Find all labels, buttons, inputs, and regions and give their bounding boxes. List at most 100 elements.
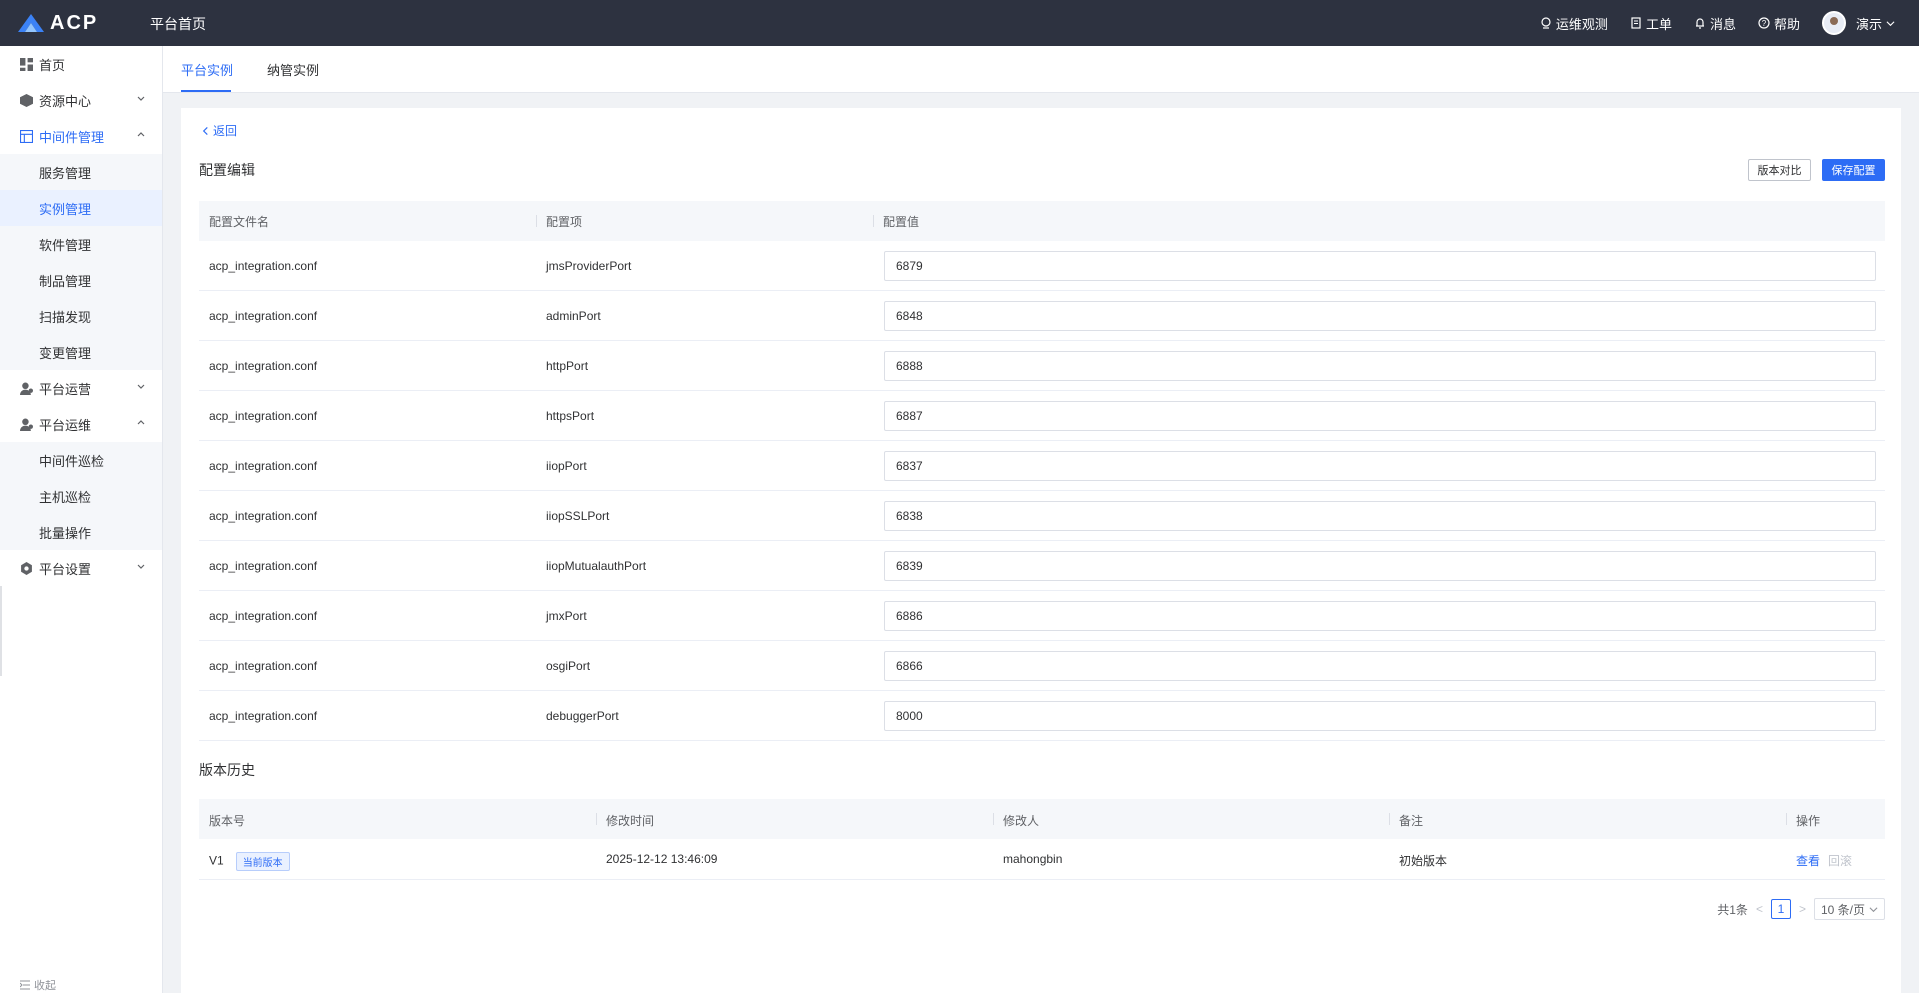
current-version-badge: 当前版本: [235, 852, 290, 871]
config-value-input[interactable]: [884, 701, 1876, 731]
config-value-input[interactable]: [884, 451, 1876, 481]
column-header: 配置项: [546, 214, 583, 229]
version-number: V1: [209, 853, 224, 868]
config-file-name: acp_integration.conf: [209, 458, 318, 473]
sidebar-item-host-inspection[interactable]: 主机巡检: [0, 478, 162, 514]
sidebar: 首页 资源中心 中间件管理 服务管理 实例管理 软件管理 制品管理 扫描发现 变…: [0, 46, 163, 993]
sidebar-item-batch-operation[interactable]: 批量操作: [0, 514, 162, 550]
config-file-name: acp_integration.conf: [209, 708, 318, 723]
bell-icon: [1695, 18, 1704, 29]
tab-managed-instances[interactable]: 纳管实例: [267, 60, 319, 79]
config-value-input[interactable]: [884, 351, 1876, 381]
chevron-down-icon: [137, 96, 145, 101]
config-value-input[interactable]: [884, 401, 1876, 431]
help-icon: ?: [1758, 17, 1770, 29]
sidebar-resize-handle[interactable]: [0, 586, 2, 676]
sidebar-item-label: 平台运维: [39, 417, 92, 433]
sidebar-item-instance-management[interactable]: 实例管理: [0, 190, 162, 226]
config-key: iiopSSLPort: [546, 508, 610, 523]
avatar: [1821, 11, 1846, 35]
table-row: acp_integration.conf iiopPort: [199, 441, 1885, 491]
dashboard-icon: [20, 57, 33, 71]
sidebar-item-middleware[interactable]: 中间件管理: [0, 118, 162, 154]
config-key: httpPort: [546, 358, 589, 373]
save-config-button[interactable]: 保存配置: [1822, 159, 1885, 181]
version-compare-button[interactable]: 版本对比: [1748, 159, 1811, 181]
user-group-icon: [20, 382, 33, 395]
back-label: 返回: [213, 124, 238, 138]
user-gear-icon: [20, 418, 33, 431]
table-row: acp_integration.conf iiopMutualauthPort: [199, 541, 1885, 591]
config-key: jmxPort: [546, 608, 587, 623]
sidebar-item-home[interactable]: 首页: [0, 46, 162, 82]
collapse-button[interactable]: 收起: [20, 977, 56, 993]
config-value-input[interactable]: [884, 251, 1876, 281]
sidebar-item-label: 平台运营: [39, 381, 92, 397]
tab-active-indicator: [181, 90, 231, 92]
logo[interactable]: ACP: [18, 12, 98, 34]
page-size-select[interactable]: 10 条/页: [1813, 898, 1885, 920]
table-row: acp_integration.conf adminPort: [199, 291, 1885, 341]
sidebar-item-label: 资源中心: [39, 93, 92, 109]
chevron-up-icon: [137, 132, 145, 137]
column-header: 备注: [1399, 814, 1424, 828]
config-file-name: acp_integration.conf: [209, 508, 318, 523]
user-menu[interactable]: 演示: [1821, 11, 1895, 35]
sidebar-item-resource-center[interactable]: 资源中心: [0, 82, 162, 118]
config-value-input[interactable]: [884, 651, 1876, 681]
middleware-icon: [20, 129, 33, 143]
sidebar-item-platform-maintenance[interactable]: 平台运维: [0, 406, 162, 442]
svg-text:?: ?: [1762, 19, 1767, 28]
sidebar-item-middleware-inspection[interactable]: 中间件巡检: [0, 442, 162, 478]
chevron-up-icon: [137, 420, 145, 425]
sidebar-item-label: 首页: [39, 57, 66, 73]
collapse-label: 收起: [34, 980, 56, 992]
user-name: 演示: [1855, 16, 1882, 32]
sidebar-item-platform-operation[interactable]: 平台运营: [0, 370, 162, 406]
column-header: 操作: [1796, 814, 1821, 828]
sidebar-item-label: 中间件管理: [39, 129, 105, 145]
config-value-input[interactable]: [884, 501, 1876, 531]
config-file-name: acp_integration.conf: [209, 558, 318, 573]
config-key: iiopPort: [546, 458, 587, 473]
column-header: 修改时间: [606, 814, 655, 828]
config-value-input[interactable]: [884, 551, 1876, 581]
table-header: 配置文件名 配置项 配置值: [199, 201, 1885, 241]
help-label: 帮助: [1773, 16, 1800, 32]
logo-icon: [18, 14, 44, 32]
config-value-input[interactable]: [884, 301, 1876, 331]
config-value-input[interactable]: [884, 601, 1876, 631]
table-row: V1 当前版本 2025-12-12 13:46:09 mahongbin 初始版…: [199, 839, 1885, 880]
page-title[interactable]: 平台首页: [150, 14, 206, 34]
sidebar-item-change-management[interactable]: 变更管理: [0, 334, 162, 370]
help-button[interactable]: ? 帮助: [1758, 14, 1800, 33]
sidebar-item-platform-settings[interactable]: 平台设置: [0, 550, 162, 586]
modified-by: mahongbin: [1003, 852, 1063, 866]
sidebar-item-artifact-management[interactable]: 制品管理: [0, 262, 162, 298]
column-divider: [993, 813, 994, 825]
sidebar-item-software-management[interactable]: 软件管理: [0, 226, 162, 262]
sidebar-item-service-management[interactable]: 服务管理: [0, 154, 162, 190]
monitor-button[interactable]: 运维观测: [1540, 14, 1608, 33]
logo-text: ACP: [50, 11, 99, 34]
back-link[interactable]: 返回: [201, 122, 237, 139]
page-number[interactable]: 1: [1770, 899, 1791, 919]
chevron-down-icon: [1869, 906, 1878, 912]
table-row: acp_integration.conf httpPort: [199, 341, 1885, 391]
config-file-name: acp_integration.conf: [209, 658, 318, 673]
row-actions: 查看 回滚: [1796, 852, 1852, 869]
remark: 初始版本: [1399, 854, 1448, 868]
config-key: osgiPort: [546, 658, 591, 673]
message-button[interactable]: 消息: [1694, 14, 1736, 33]
tab-platform-instances[interactable]: 平台实例: [181, 60, 233, 79]
column-divider: [1389, 813, 1390, 825]
view-link[interactable]: 查看: [1796, 854, 1820, 868]
column-header: 配置值: [883, 214, 920, 229]
settings-icon: [21, 561, 32, 575]
monitor-icon: [1541, 17, 1551, 29]
monitor-label: 运维观测: [1555, 16, 1608, 32]
sidebar-item-scan-discovery[interactable]: 扫描发现: [0, 298, 162, 334]
page-size-label: 10 条/页: [1820, 902, 1865, 917]
ticket-button[interactable]: 工单: [1630, 14, 1672, 33]
table-row: acp_integration.conf jmsProviderPort: [199, 241, 1885, 291]
